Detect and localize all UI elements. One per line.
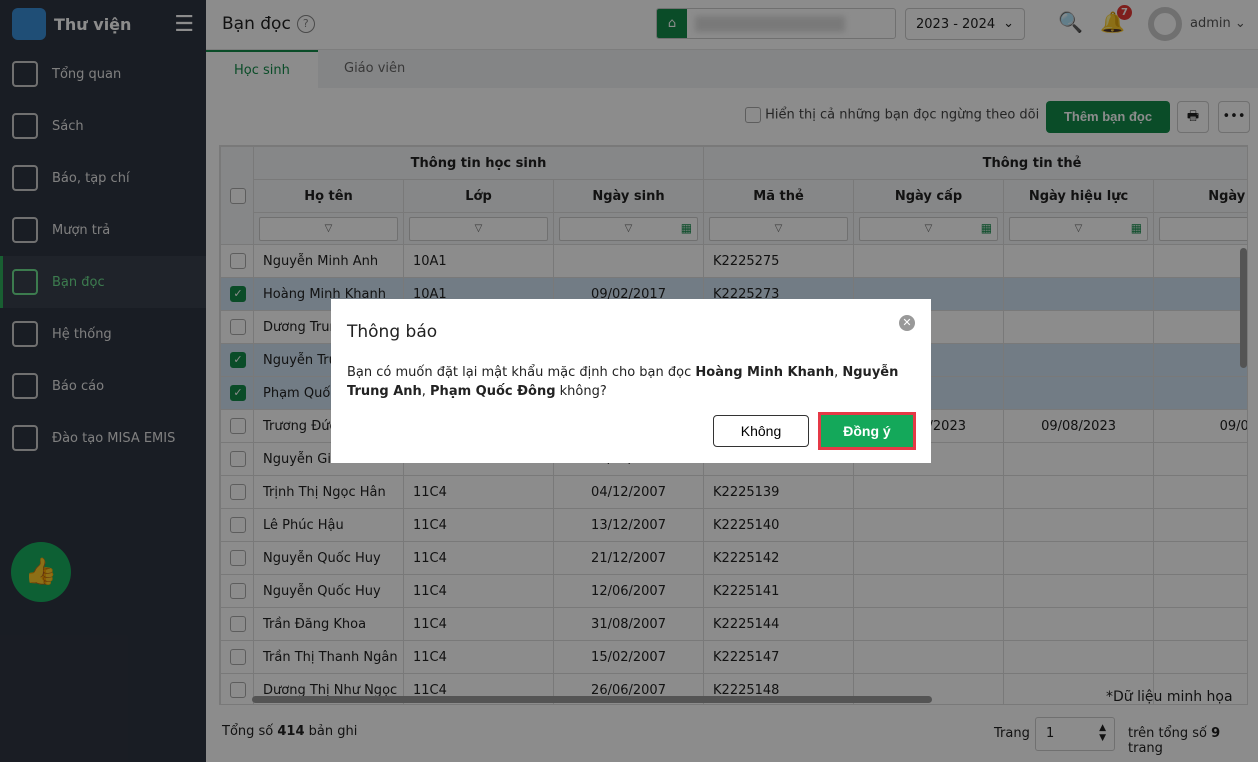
illustrative-data-note: *Dữ liệu minh họa bbox=[1106, 689, 1233, 705]
cancel-button[interactable]: Không bbox=[713, 415, 809, 447]
dialog-title: Thông báo bbox=[347, 322, 438, 342]
confirm-dialog: Thông báo ✕ Bạn có muốn đặt lại mật khẩu… bbox=[331, 299, 931, 463]
confirm-button[interactable]: Đồng ý bbox=[818, 412, 916, 450]
close-icon[interactable]: ✕ bbox=[899, 315, 915, 331]
dialog-message: Bạn có muốn đặt lại mật khẩu mặc định ch… bbox=[347, 365, 899, 399]
